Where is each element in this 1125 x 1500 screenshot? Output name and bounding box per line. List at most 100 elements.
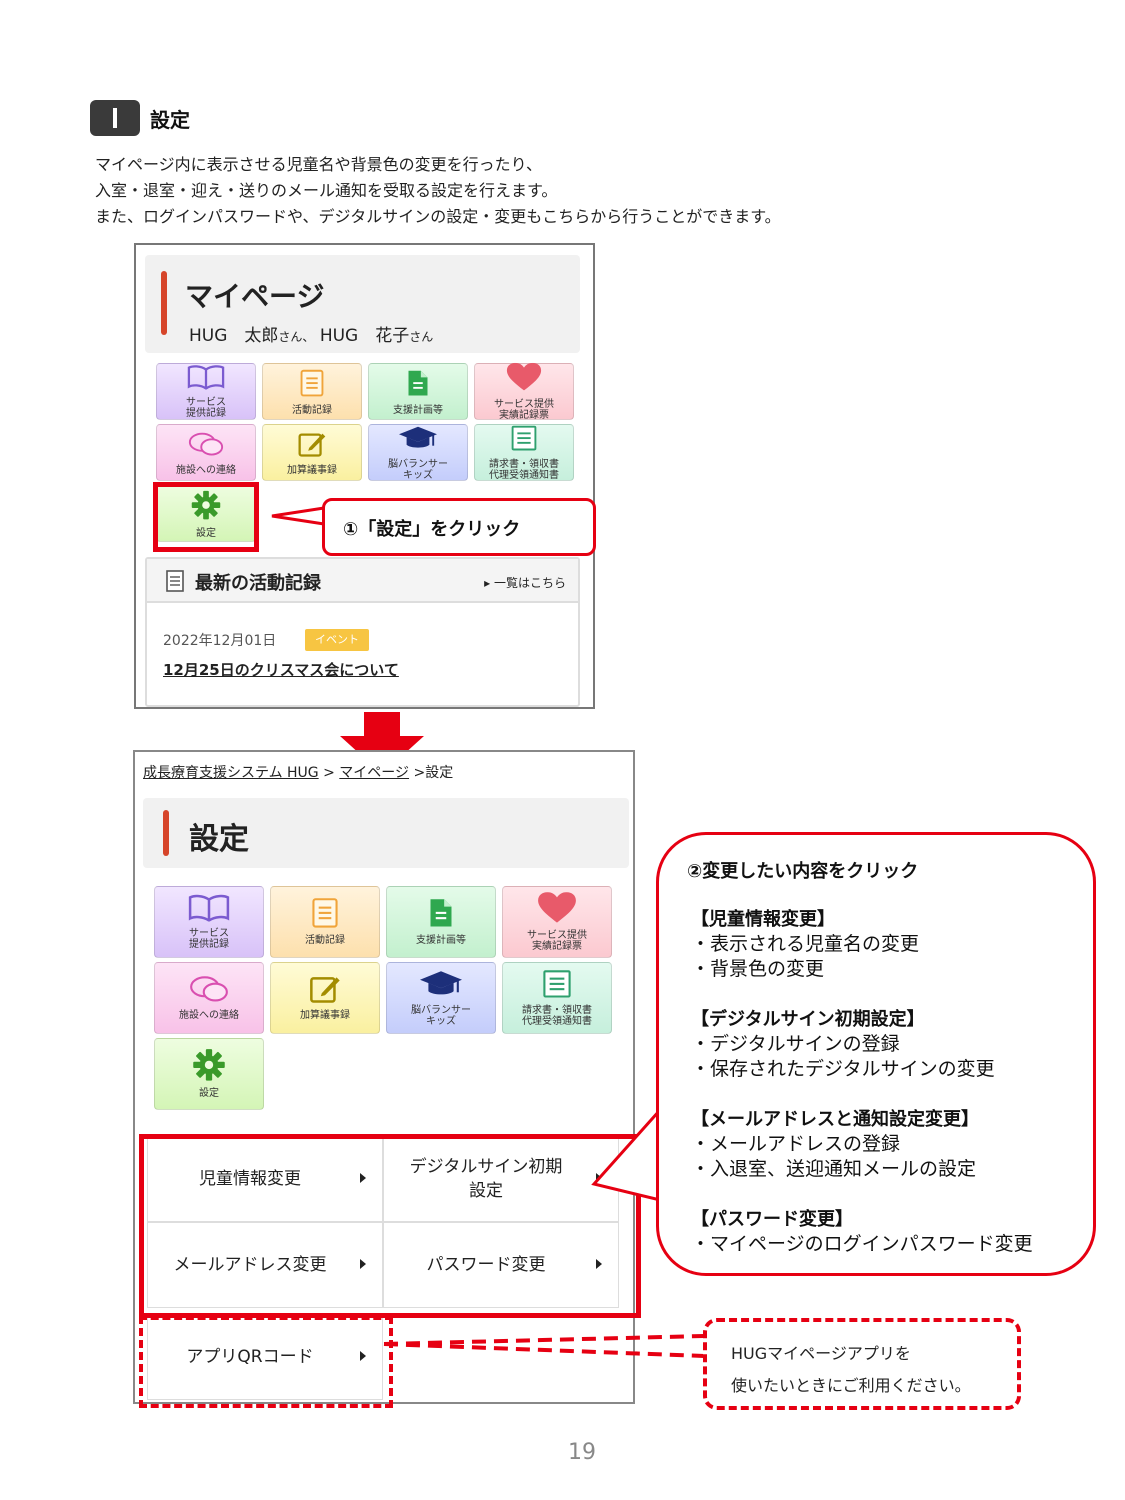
edit-icon [298,430,327,460]
menu-tile[interactable]: 脳バランサー キッズ [368,424,468,481]
menu-tile[interactable]: 活動記録 [270,886,380,958]
callout-section: 【メールアドレスと通知設定変更】 ・メールアドレスの登録 ・入退室、送迎通知メー… [691,1107,979,1182]
child-suffix: さん、 [278,330,315,344]
app-note-callout: HUGマイページアプリを 使いたいときにご利用ください。 [703,1318,1021,1410]
mypage-header: マイページ HUG 太郎さん、 HUG 花子さん [145,255,580,353]
note-line: HUGマイページアプリを [731,1344,911,1363]
activity-date: 2022年12月01日 [163,633,277,649]
settings-tile-highlight [153,482,259,552]
file-icon [406,368,431,400]
callout-section: 【児童情報変更】 ・表示される児童名の変更 ・背景色の変更 [691,907,919,982]
mypage-screenshot: マイページ HUG 太郎さん、 HUG 花子さん サービス 提供記録 活動記録 支援… [134,243,595,709]
chat-icon [188,974,230,1008]
tile-label: 加算議事録 [287,464,337,476]
latest-activity-panel: 最新の活動記録 ▸ 一覧はこちら 2022年12月01日 イベント 12月25日… [145,557,580,707]
menu-tile[interactable]: サービス 提供記録 [154,886,264,958]
chat-icon [187,430,225,460]
menu-tile[interactable]: 脳バランサー キッズ [386,962,496,1034]
menu-tile[interactable]: 加算議事録 [262,424,362,481]
heart-icon [505,362,543,395]
note-line: 使いたいときにご利用ください。 [731,1376,971,1395]
header-accent-bar [161,271,167,335]
section-number-badge [90,100,140,136]
tile-label: 活動記録 [292,404,332,416]
view-all-link[interactable]: ▸ 一覧はこちら [484,574,566,591]
menu-tile[interactable]: サービス提供 実績記録票 [474,362,574,421]
tile-label: 脳バランサー キッズ [388,459,448,481]
section-title: 設定 [150,108,190,132]
document-icon [310,897,339,933]
callout-section: 【デジタルサイン初期設定】 ・デジタルサインの登録 ・保存されたデジタルサインの… [691,1007,995,1082]
child-name: HUG 花子 [319,326,410,346]
tile-label: 施設への連絡 [179,1010,239,1021]
book-icon [187,365,225,394]
list-icon [542,969,571,1003]
menu-tile[interactable]: 加算議事録 [270,962,380,1034]
dashed-connector [383,1334,705,1358]
document-icon [299,368,326,400]
menu-tile[interactable]: 設定 [154,1038,264,1110]
settings-header: 設定 [143,798,629,868]
step2-callout: ②変更したい内容をクリック 【児童情報変更】 ・表示される児童名の変更 ・背景色… [656,832,1096,1276]
children-names: HUG 太郎さん、 HUG 花子さん [189,321,433,346]
menu-tile[interactable]: 支援計画等 [368,363,468,420]
section-heading: 【デジタルサイン初期設定】 [691,1009,925,1030]
tile-label: 加算議事録 [300,1010,350,1021]
activity-link[interactable]: 12月25日のクリスマス会について [163,659,399,680]
menu-tile[interactable]: サービス提供 実績記録票 [502,886,612,958]
tile-label: サービス提供 実績記録票 [494,399,554,421]
section-item: ・表示される児童名の変更 [691,933,920,955]
tile-label: 活動記録 [305,935,345,946]
section-item: ・デジタルサインの登録 [691,1033,900,1055]
step1-callout: ①「設定」をクリック [322,498,596,556]
section-item: ・保存されたデジタルサインの変更 [691,1058,995,1080]
breadcrumb-root[interactable]: 成長療育支援システム HUG [143,765,319,781]
breadcrumb-mypage[interactable]: マイページ [339,765,409,781]
intro-line: 入室・退室・迎え・送りのメール通知を受取る設定を行えます。 [95,181,558,200]
tile-label: 請求書・領収書 代理受領通知書 [489,459,559,481]
step1-text: ①「設定」をクリック [343,519,521,540]
section-number-glyph [113,108,117,128]
page-number: 19 [568,1440,596,1465]
menu-tile[interactable]: サービス 提供記録 [156,363,256,420]
section-item: ・マイページのログインパスワード変更 [691,1233,1033,1255]
section-item: ・背景色の変更 [691,958,825,980]
tile-label: 脳バランサー キッズ [411,1004,471,1027]
tile-label: 設定 [199,1088,219,1099]
tile-label: 施設への連絡 [176,464,236,476]
menu-tile[interactable]: 支援計画等 [386,886,496,958]
header-accent-bar [163,810,169,856]
menu-tile[interactable]: 請求書・領収書 代理受領通知書 [502,962,612,1034]
breadcrumb-separator: > [323,765,335,781]
breadcrumb-separator: > [413,765,426,781]
tile-label: サービス提供 実績記録票 [527,929,587,952]
app-qr-highlight [139,1316,393,1408]
document-icon [166,570,184,592]
graduation-cap-icon [397,425,439,455]
tile-label: 請求書・領収書 代理受領通知書 [522,1004,592,1027]
section-item: ・メールアドレスの登録 [691,1133,901,1155]
menu-tile[interactable]: 施設への連絡 [154,962,264,1034]
settings-menu-highlight [139,1134,641,1318]
latest-activity-title: 最新の活動記録 [195,573,321,594]
intro-line: マイページ内に表示させる児童名や背景色の変更を行ったり、 [95,155,543,174]
section-heading: 【児童情報変更】 [691,909,835,930]
callout-section: 【パスワード変更】 ・マイページのログインパスワード変更 [691,1207,1033,1257]
menu-tile[interactable]: 請求書・領収書 代理受領通知書 [474,424,574,481]
tile-label: サービス 提供記録 [186,397,226,419]
file-icon [427,897,454,933]
event-badge: イベント [305,629,369,651]
intro-text: マイページ内に表示させる児童名や背景色の変更を行ったり、 入室・退室・迎え・送り… [95,152,1055,230]
mypage-title: マイページ [185,280,325,313]
menu-tile[interactable]: 施設への連絡 [156,424,256,481]
step2-heading: ②変更したい内容をクリック [687,861,919,882]
section-heading: 【パスワード変更】 [691,1209,853,1230]
section-item: ・入退室、送迎通知メールの設定 [691,1158,977,1180]
graduation-cap-icon [418,969,464,1003]
menu-tile[interactable]: 活動記録 [262,363,362,420]
breadcrumb-current: 設定 [425,765,454,781]
settings-title: 設定 [189,822,249,857]
view-all-label: 一覧はこちら [493,576,566,590]
heart-icon [536,891,578,928]
tile-label: 支援計画等 [416,935,466,946]
